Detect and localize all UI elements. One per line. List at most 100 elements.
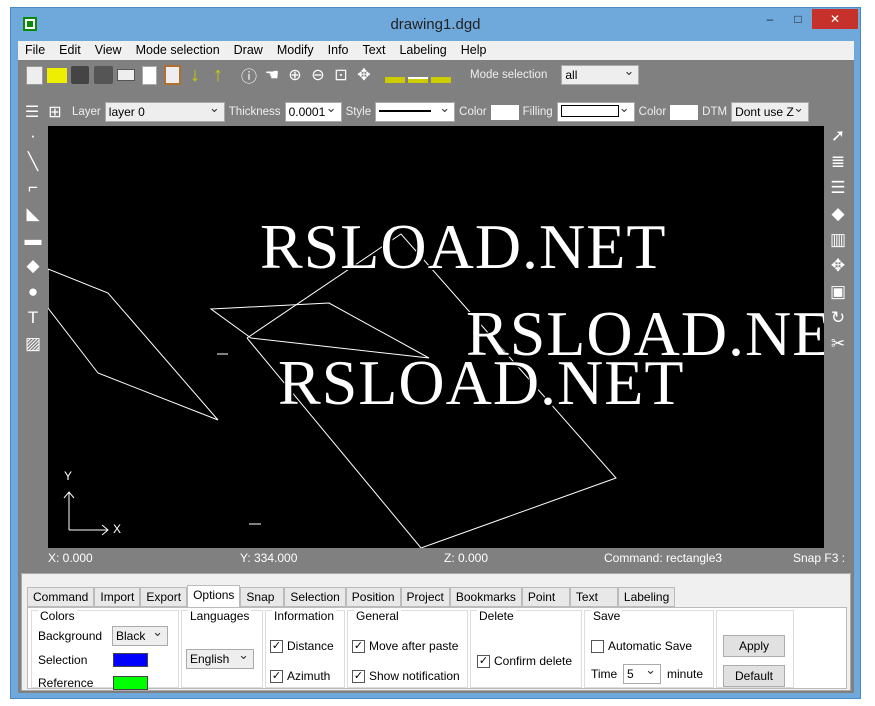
menu-info[interactable]: Info	[321, 41, 356, 60]
general-group: General ✓ Move after paste ✓ Show notifica…	[347, 609, 468, 688]
eraser-icon[interactable]: ◆	[826, 204, 850, 230]
measure-area-icon[interactable]	[431, 65, 451, 85]
paste-icon[interactable]	[162, 65, 182, 85]
general-title: General	[354, 609, 401, 623]
information-group: Information ✓ Distance ✓ Azimuth	[265, 609, 345, 688]
azimuth-checkbox[interactable]: ✓	[270, 669, 283, 683]
menu-file[interactable]: File	[18, 41, 52, 60]
automatic-save-checkbox[interactable]	[591, 639, 604, 653]
tab-labeling[interactable]: Labeling	[617, 587, 676, 607]
line-icon[interactable]: ╲	[22, 152, 44, 178]
thickness-label: Thickness	[228, 106, 281, 118]
list-icon[interactable]: ☰	[22, 102, 42, 122]
tab-selection[interactable]: Selection	[284, 587, 346, 607]
image-icon[interactable]: ▨	[22, 334, 44, 360]
layers-stack-icon[interactable]: ☰	[826, 178, 850, 204]
arrow-up-icon[interactable]: ↑	[208, 64, 228, 86]
apply-button[interactable]: Apply	[723, 635, 785, 657]
fill-color-label: Color	[638, 106, 667, 118]
measure-line-icon[interactable]	[408, 65, 428, 85]
open-folder-icon[interactable]	[47, 65, 67, 85]
tab-snap[interactable]: Snap	[240, 587, 285, 607]
tab-point[interactable]: Point	[521, 587, 570, 607]
menu-draw[interactable]: Draw	[227, 41, 270, 60]
language-dropdown[interactable]: English	[186, 646, 254, 669]
zoom-in-icon[interactable]: ⊕	[285, 65, 305, 85]
selection-color-label: Selection	[38, 653, 88, 667]
menu-help[interactable]: Help	[454, 41, 494, 60]
maximize-button[interactable]: □	[784, 9, 812, 29]
tab-options[interactable]: Options	[187, 585, 241, 607]
line-color-swatch[interactable]	[490, 104, 519, 120]
tab-bookmarks[interactable]: Bookmarks	[449, 587, 522, 607]
fill-color-swatch[interactable]	[670, 104, 699, 120]
tab-command[interactable]: Command	[27, 587, 95, 607]
distance-checkbox[interactable]: ✓	[270, 639, 283, 653]
move-after-paste-checkbox[interactable]: ✓	[352, 639, 365, 653]
polygon-icon[interactable]: ◣	[22, 204, 44, 230]
info-icon[interactable]: ⓘ	[239, 65, 259, 86]
window-title: drawing1.dgd	[390, 16, 481, 33]
tab-text[interactable]: Text	[569, 587, 618, 607]
default-button[interactable]: Default	[723, 665, 785, 687]
azimuth-label: Azimuth	[287, 669, 331, 683]
trash-icon[interactable]: ▥	[826, 230, 850, 256]
layer-dropdown[interactable]: layer 0	[104, 99, 225, 122]
time-stepper[interactable]: 5	[623, 661, 661, 684]
status-y: Y: 334.000	[240, 551, 298, 565]
distance-label: Distance	[287, 639, 334, 653]
thickness-stepper[interactable]: 0.0001	[284, 99, 342, 122]
save-as-icon[interactable]	[93, 65, 113, 85]
canvas-text-1: RSLOAD.NET	[260, 211, 667, 282]
point-icon[interactable]: ·	[22, 126, 44, 152]
rectangle-icon[interactable]: ▬	[22, 230, 44, 256]
layers-icon[interactable]: ≣	[826, 152, 850, 178]
copy-icon[interactable]	[139, 65, 159, 85]
move-icon[interactable]: ✥	[826, 256, 850, 282]
axis-y-label: Y	[64, 469, 73, 483]
show-notification-checkbox[interactable]: ✓	[352, 669, 365, 683]
tab-project[interactable]: Project	[400, 587, 450, 607]
scissors-icon[interactable]: ✂	[826, 334, 850, 360]
select-arrow-icon[interactable]: ➚	[826, 126, 850, 152]
text-icon[interactable]: T	[22, 308, 44, 334]
circle-icon[interactable]: ●	[22, 282, 44, 308]
filling-dropdown[interactable]	[556, 99, 635, 122]
tab-import[interactable]: Import	[94, 587, 141, 607]
polyline-icon[interactable]: ⌐	[22, 178, 44, 204]
copy-shape-icon[interactable]: ▣	[826, 282, 850, 308]
mode-selection-dropdown[interactable]: all	[561, 62, 640, 85]
dtm-dropdown[interactable]: Dont use Z	[731, 99, 810, 122]
drawing-canvas[interactable]: Y X RSLOAD.NET RSLOAD.NET RSLOAD.NET	[48, 126, 824, 548]
pan-hand-icon[interactable]: ☚	[262, 65, 282, 85]
tab-export[interactable]: Export	[140, 587, 188, 607]
zoom-extents-icon[interactable]: ✥	[354, 65, 374, 85]
tab-position[interactable]: Position	[345, 587, 401, 607]
arrow-down-icon[interactable]: ↓	[185, 64, 205, 86]
print-icon[interactable]	[116, 65, 136, 85]
close-button[interactable]: ✕	[812, 9, 858, 29]
reference-color-swatch[interactable]	[113, 676, 148, 690]
zoom-window-icon[interactable]: ⊡	[331, 65, 351, 85]
diamond-icon[interactable]: ◆	[22, 256, 44, 282]
new-icon[interactable]	[24, 65, 44, 85]
background-dropdown[interactable]: Black	[112, 623, 168, 646]
confirm-delete-checkbox[interactable]: ✓	[477, 654, 490, 668]
confirm-delete-label: Confirm delete	[494, 654, 573, 668]
add-layer-icon[interactable]: ⊞	[45, 102, 65, 122]
save-icon[interactable]	[70, 65, 90, 85]
menu-mode-selection[interactable]: Mode selection	[129, 41, 227, 60]
menu-view[interactable]: View	[88, 41, 129, 60]
menu-modify[interactable]: Modify	[270, 41, 321, 60]
rotate-icon[interactable]: ↻	[826, 308, 850, 334]
measure-point-icon[interactable]	[385, 65, 405, 85]
minimize-button[interactable]: –	[756, 9, 784, 29]
status-snap: Snap F3 :	[793, 551, 846, 565]
selection-color-swatch[interactable]	[113, 653, 148, 667]
line-style-dropdown[interactable]	[375, 99, 456, 122]
menu-text[interactable]: Text	[356, 41, 393, 60]
menu-edit[interactable]: Edit	[52, 41, 88, 60]
zoom-out-icon[interactable]: ⊖	[308, 65, 328, 85]
move-after-paste-label: Move after paste	[369, 639, 459, 653]
menu-labeling[interactable]: Labeling	[392, 41, 453, 60]
